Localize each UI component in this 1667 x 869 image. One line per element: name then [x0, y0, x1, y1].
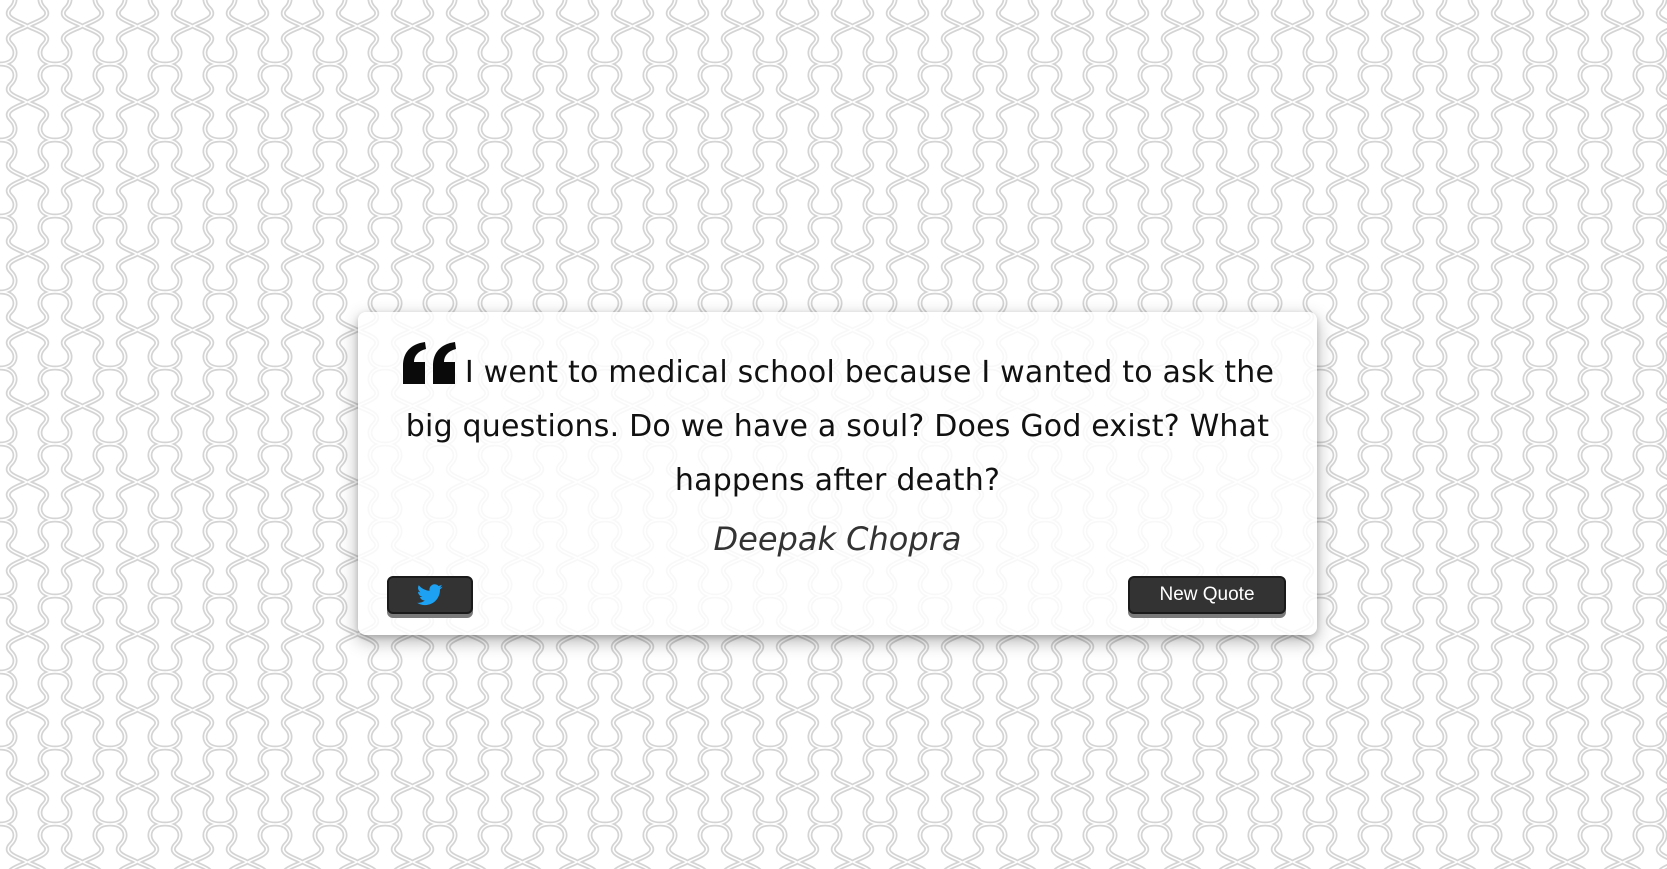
quote-body: I went to medical school because I wante…: [405, 355, 1275, 498]
quote-left-icon: [401, 340, 459, 386]
quote-box: I went to medical school because I wante…: [358, 312, 1317, 635]
twitter-icon: [417, 584, 443, 606]
quote-author: Deepak Chopra: [713, 520, 962, 558]
tweet-quote-button[interactable]: [387, 576, 473, 614]
new-quote-button[interactable]: New Quote: [1128, 576, 1286, 614]
quote-text: I went to medical school because I wante…: [388, 340, 1287, 508]
